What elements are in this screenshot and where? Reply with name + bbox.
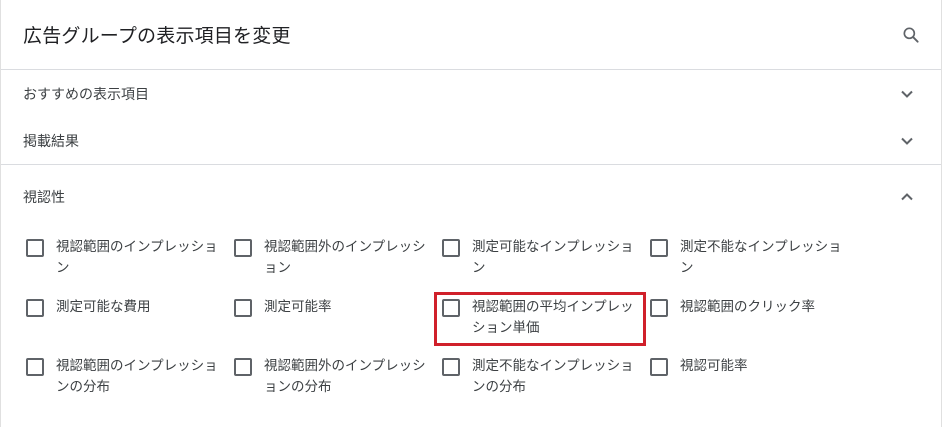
metric-checkbox-item[interactable]: 測定不能なインプレッションの分布 [442, 356, 650, 398]
metric-label: 視認範囲外のインプレッション [264, 239, 426, 276]
checkbox[interactable] [442, 299, 460, 317]
chevron-down-icon[interactable] [895, 129, 919, 153]
section-label: おすすめの表示項目 [23, 87, 149, 103]
checkbox[interactable] [26, 239, 44, 257]
metric-label: 視認可能率 [680, 358, 748, 374]
section-label: 掲載結果 [23, 134, 79, 150]
metric-checkbox-item[interactable]: 視認範囲のインプレッションの分布 [26, 356, 234, 398]
metric-label: 視認範囲のクリック率 [680, 299, 815, 315]
metric-label: 測定不能なインプレッション [680, 239, 842, 276]
panel-header: 広告グループの表示項目を変更 [1, 0, 941, 70]
metric-checkbox-item[interactable]: 測定可能率 [234, 297, 442, 318]
search-icon[interactable] [899, 23, 923, 47]
column-picker-panel: 広告グループの表示項目を変更 おすすめの表示項目 掲載結果 視認性 視認範囲のイ… [0, 0, 942, 427]
metric-checkbox-item[interactable]: 視認範囲のインプレッション [26, 237, 234, 279]
checkbox[interactable] [442, 239, 460, 257]
metric-checkbox-item[interactable]: 測定不能なインプレッション [650, 237, 858, 279]
section-recommended[interactable]: おすすめの表示項目 [1, 70, 941, 118]
metric-checkbox-item[interactable]: 測定可能なインプレッション [442, 237, 650, 279]
checkbox[interactable] [650, 299, 668, 317]
checkbox[interactable] [234, 239, 252, 257]
visibility-metrics-grid: 視認範囲のインプレッション 視認範囲外のインプレッション 測定可能なインプレッシ… [1, 229, 941, 409]
metric-checkbox-item-highlighted[interactable]: 視認範囲の平均インプレッション単価 [442, 297, 650, 339]
metric-label: 視認範囲のインプレッションの分布 [56, 358, 218, 395]
checkbox[interactable] [442, 358, 460, 376]
metric-checkbox-item[interactable]: 視認範囲のクリック率 [650, 297, 858, 318]
metric-checkbox-item[interactable]: 視認範囲外のインプレッションの分布 [234, 356, 442, 398]
checkbox[interactable] [234, 299, 252, 317]
chevron-up-icon[interactable] [895, 185, 919, 209]
metric-label: 測定可能な費用 [56, 299, 151, 315]
checkbox[interactable] [234, 358, 252, 376]
section-visibility[interactable]: 視認性 [1, 165, 941, 229]
metric-label: 視認範囲の平均インプレッション単価 [472, 299, 634, 336]
metric-checkbox-item[interactable]: 視認可能率 [650, 356, 858, 377]
section-performance[interactable]: 掲載結果 [1, 118, 941, 165]
metric-label: 測定不能なインプレッションの分布 [472, 358, 634, 395]
metric-checkbox-item[interactable]: 測定可能な費用 [26, 297, 234, 318]
section-label: 視認性 [23, 190, 65, 206]
metric-label: 測定可能率 [264, 299, 332, 315]
metric-checkbox-item[interactable]: 視認範囲外のインプレッション [234, 237, 442, 279]
metric-label: 視認範囲外のインプレッションの分布 [264, 358, 426, 395]
checkbox[interactable] [650, 358, 668, 376]
metric-label: 測定可能なインプレッション [472, 239, 634, 276]
checkbox[interactable] [26, 299, 44, 317]
checkbox[interactable] [26, 358, 44, 376]
chevron-down-icon[interactable] [895, 82, 919, 106]
checkbox[interactable] [650, 239, 668, 257]
metric-label: 視認範囲のインプレッション [56, 239, 218, 276]
page-title: 広告グループの表示項目を変更 [23, 25, 291, 47]
